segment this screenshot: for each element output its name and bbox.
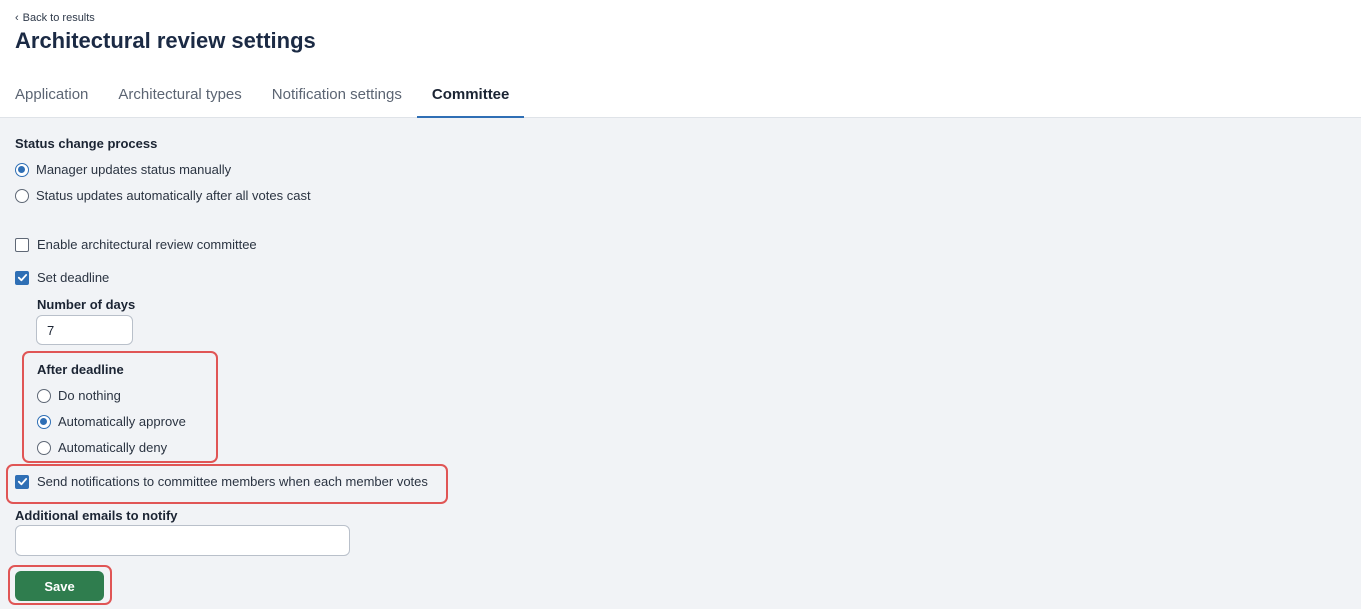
checkbox-label: Send notifications to committee members … — [37, 474, 428, 489]
checkmark-icon — [17, 478, 27, 486]
checkbox-send-notifications[interactable]: Send notifications to committee members … — [15, 474, 428, 489]
page-title: Architectural review settings — [15, 28, 316, 53]
radio-status-updates-automatically[interactable]: Status updates automatically after all v… — [15, 188, 311, 203]
checkbox-enable-committee[interactable]: Enable architectural review committee — [15, 237, 257, 252]
tab-architectural-types[interactable]: Architectural types — [103, 78, 256, 118]
checkmark-icon — [17, 274, 27, 282]
additional-emails-label: Additional emails to notify — [15, 508, 178, 523]
radio-button[interactable] — [37, 388, 51, 403]
radio-label: Automatically deny — [58, 440, 168, 455]
tab-notification-settings[interactable]: Notification settings — [257, 78, 417, 118]
checkbox-label: Enable architectural review committee — [37, 237, 257, 252]
tab-bar: Application Architectural types Notifica… — [0, 78, 525, 118]
checkbox[interactable] — [15, 474, 29, 489]
status-change-label: Status change process — [15, 136, 158, 151]
radio-automatically-approve[interactable]: Automatically approve — [37, 414, 186, 429]
checkbox-set-deadline[interactable]: Set deadline — [15, 270, 109, 285]
tab-application[interactable]: Application — [0, 78, 103, 118]
radio-manager-updates-manually[interactable]: Manager updates status manually — [15, 162, 231, 177]
radio-label: Automatically approve — [58, 414, 186, 429]
radio-do-nothing[interactable]: Do nothing — [37, 388, 121, 403]
checkbox-label: Set deadline — [37, 270, 110, 285]
radio-button[interactable] — [37, 414, 51, 429]
radio-label: Do nothing — [58, 388, 121, 403]
radio-label: Manager updates status manually — [36, 162, 232, 177]
radio-button[interactable] — [37, 440, 51, 455]
back-to-results-link[interactable]: ‹ Back to results — [15, 12, 95, 24]
back-link-label: Back to results — [22, 12, 95, 24]
number-of-days-label: Number of days — [37, 297, 136, 312]
page-header: ‹ Back to results Architectural review se… — [0, 0, 1361, 118]
radio-label: Status updates automatically after all v… — [36, 188, 311, 203]
checkbox[interactable] — [15, 270, 29, 285]
additional-emails-input[interactable] — [15, 525, 350, 556]
checkbox[interactable] — [15, 237, 29, 252]
tab-committee[interactable]: Committee — [416, 78, 525, 118]
radio-automatically-deny[interactable]: Automatically deny — [37, 440, 167, 455]
after-deadline-label: After deadline — [37, 362, 124, 377]
number-of-days-input[interactable] — [36, 315, 133, 345]
radio-button[interactable] — [15, 188, 29, 203]
radio-button[interactable] — [15, 162, 29, 177]
chevron-left-icon: ‹ — [15, 12, 19, 24]
save-button[interactable]: Save — [15, 571, 104, 601]
